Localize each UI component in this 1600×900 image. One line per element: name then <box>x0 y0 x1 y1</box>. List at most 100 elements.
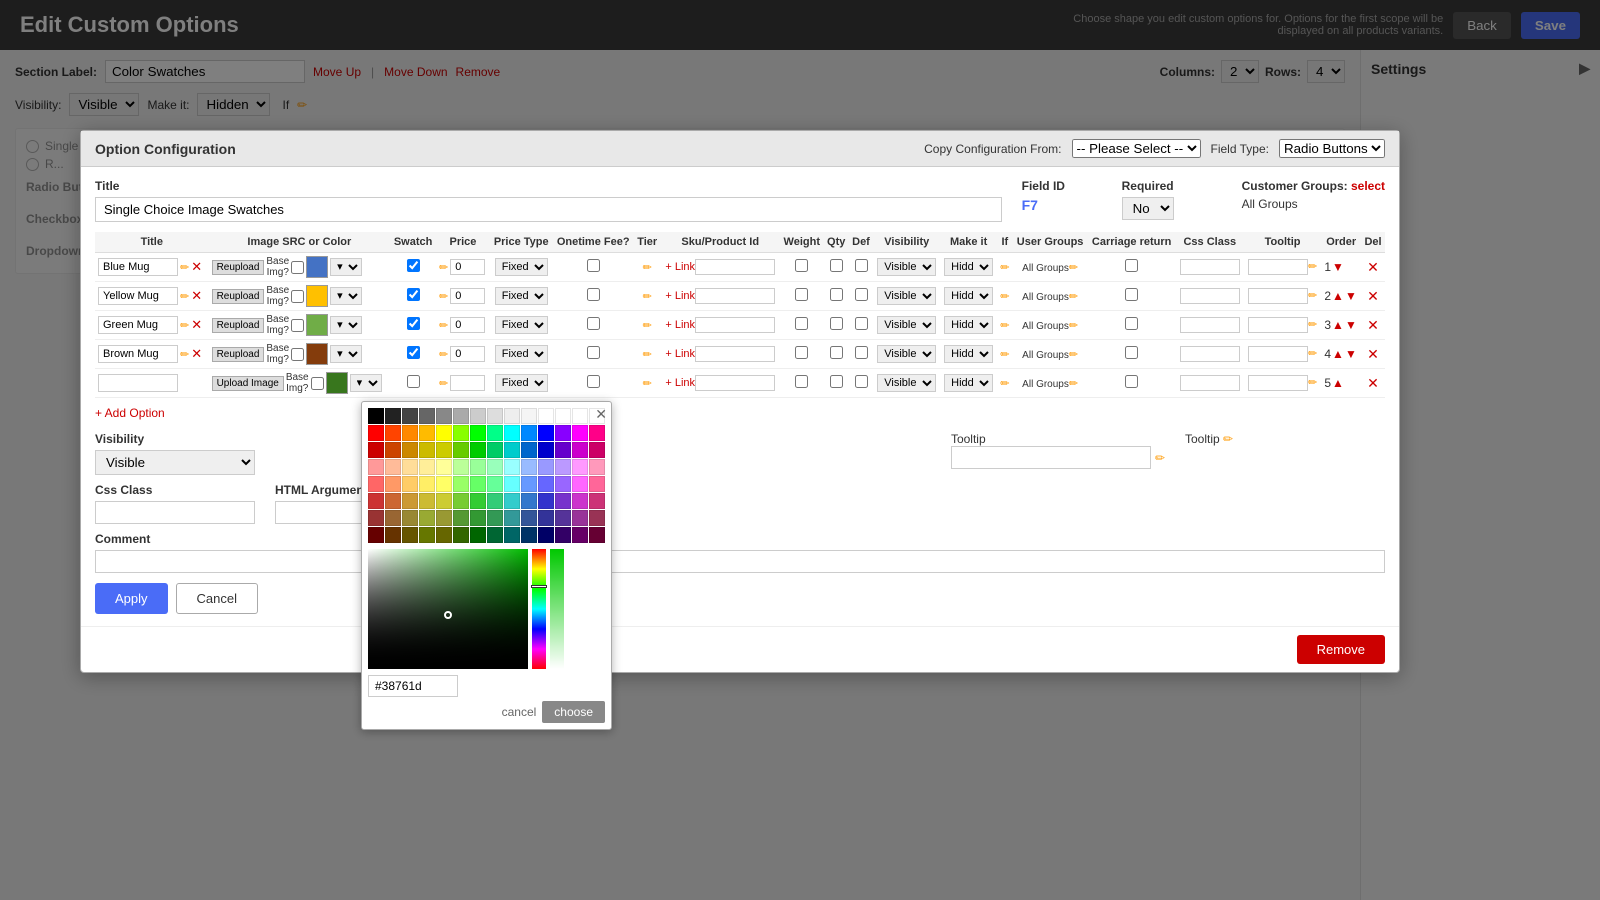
css-class-row-input[interactable] <box>1180 317 1240 333</box>
swatch-cell[interactable] <box>589 476 605 492</box>
onetime-check[interactable] <box>587 375 600 388</box>
swatch-cell[interactable] <box>521 510 537 526</box>
swatch-cell[interactable] <box>402 408 418 424</box>
order-up-btn[interactable]: ▲ <box>1332 318 1344 332</box>
swatch-cell[interactable] <box>589 510 605 526</box>
swatch-cell[interactable] <box>504 459 520 475</box>
price-type-select[interactable]: Fixed <box>495 374 548 392</box>
customer-groups-link[interactable]: select <box>1351 179 1385 193</box>
sku-input[interactable] <box>695 346 775 362</box>
def-check[interactable] <box>855 346 868 359</box>
swatch-cell[interactable] <box>555 442 571 458</box>
reupload-btn[interactable]: Reupload <box>212 260 265 275</box>
ug-edit-icon[interactable]: ✏ <box>1069 320 1078 332</box>
price-input[interactable] <box>450 259 485 275</box>
swatch-cell[interactable] <box>487 442 503 458</box>
qty-check[interactable] <box>830 375 843 388</box>
swatch-cell[interactable] <box>538 476 554 492</box>
swatch-cell[interactable] <box>470 493 486 509</box>
swatch-cell[interactable] <box>521 425 537 441</box>
base-img-check[interactable] <box>291 348 304 361</box>
swatch-cell[interactable] <box>419 527 435 543</box>
swatch-cell[interactable] <box>572 493 588 509</box>
swatch-cell[interactable] <box>521 476 537 492</box>
swatch-cell[interactable] <box>572 510 588 526</box>
swatch-cell[interactable] <box>453 510 469 526</box>
if-edit-icon[interactable]: ✏ <box>1000 291 1009 303</box>
swatch-cell[interactable] <box>419 442 435 458</box>
ug-edit-icon[interactable]: ✏ <box>1069 378 1078 390</box>
row-edit-icon[interactable]: ✏ <box>180 261 189 274</box>
color-type-select[interactable]: ▾ <box>330 316 362 334</box>
required-select[interactable]: No <box>1122 197 1174 220</box>
swatch-cell[interactable] <box>589 425 605 441</box>
swatch-cell[interactable] <box>453 476 469 492</box>
price-input[interactable] <box>450 288 485 304</box>
swatch-cell[interactable] <box>402 510 418 526</box>
swatch-cell[interactable] <box>453 408 469 424</box>
swatch-cell[interactable] <box>504 510 520 526</box>
tier-edit-icon[interactable]: ✏ <box>643 262 652 274</box>
swatch-cell[interactable] <box>572 442 588 458</box>
tooltip-row-edit[interactable]: ✏ <box>1308 290 1317 302</box>
upload-img-btn[interactable]: Upload Image <box>212 376 284 391</box>
tier-edit-icon[interactable]: ✏ <box>643 320 652 332</box>
make-it-row-select[interactable]: Hidd <box>944 287 993 305</box>
onetime-check[interactable] <box>587 259 600 272</box>
weight-check[interactable] <box>795 288 808 301</box>
swatch-cell[interactable] <box>436 493 452 509</box>
swatch-cell[interactable] <box>538 510 554 526</box>
remove-button[interactable]: Remove <box>1297 635 1385 664</box>
swatch-cell[interactable] <box>402 493 418 509</box>
row-title-input[interactable] <box>98 316 178 334</box>
swatch-cell[interactable] <box>538 408 554 424</box>
hue-strip[interactable] <box>532 549 546 669</box>
qty-check[interactable] <box>830 346 843 359</box>
swatch-cell[interactable] <box>589 493 605 509</box>
swatch-cell[interactable] <box>419 459 435 475</box>
swatch-cell[interactable] <box>589 459 605 475</box>
css-class-input[interactable] <box>95 501 255 524</box>
color-type-select[interactable]: ▾ <box>330 258 362 276</box>
weight-check[interactable] <box>795 317 808 330</box>
swatch-cell[interactable] <box>487 408 503 424</box>
swatch-cell[interactable] <box>453 442 469 458</box>
tooltip-row-edit[interactable]: ✏ <box>1308 319 1317 331</box>
swatch-cell[interactable] <box>385 527 401 543</box>
tier-edit-icon[interactable]: ✏ <box>643 349 652 361</box>
swatch-cell[interactable] <box>538 527 554 543</box>
swatch-cell[interactable] <box>504 425 520 441</box>
make-it-row-select[interactable]: Hidd <box>944 258 993 276</box>
if-edit-icon[interactable]: ✏ <box>1000 378 1009 390</box>
swatch-cell[interactable] <box>555 425 571 441</box>
def-check[interactable] <box>855 259 868 272</box>
price-type-select[interactable]: Fixed <box>495 258 548 276</box>
reupload-btn[interactable]: Reupload <box>212 347 265 362</box>
ug-edit-icon[interactable]: ✏ <box>1069 349 1078 361</box>
swatch-cell[interactable] <box>385 510 401 526</box>
price-input[interactable] <box>450 375 485 391</box>
vis-select[interactable]: Visible <box>877 374 936 392</box>
order-down-btn[interactable]: ▼ <box>1345 318 1357 332</box>
css-class-row-input[interactable] <box>1180 375 1240 391</box>
swatch-cell[interactable] <box>368 476 384 492</box>
swatch-cell[interactable] <box>555 459 571 475</box>
swatch-edit-icon[interactable]: ✏ <box>439 377 448 390</box>
swatch-cell[interactable] <box>572 459 588 475</box>
swatch-cell[interactable] <box>419 408 435 424</box>
swatch-cell[interactable] <box>487 459 503 475</box>
swatch-check[interactable] <box>407 259 420 272</box>
row-del-icon[interactable]: ✕ <box>191 317 202 333</box>
price-input[interactable] <box>450 317 485 333</box>
color-type-select[interactable]: ▾ <box>350 374 382 392</box>
swatch-cell[interactable] <box>368 510 384 526</box>
swatch-cell[interactable] <box>504 493 520 509</box>
color-type-select[interactable]: ▾ <box>330 287 362 305</box>
tooltip-row-edit[interactable]: ✏ <box>1308 261 1317 273</box>
swatch-cell[interactable] <box>589 442 605 458</box>
delete-row-btn[interactable]: ✕ <box>1367 346 1379 363</box>
swatch-cell[interactable] <box>521 493 537 509</box>
swatch-cell[interactable] <box>555 493 571 509</box>
onetime-check[interactable] <box>587 288 600 301</box>
row-title-input[interactable] <box>98 287 178 305</box>
